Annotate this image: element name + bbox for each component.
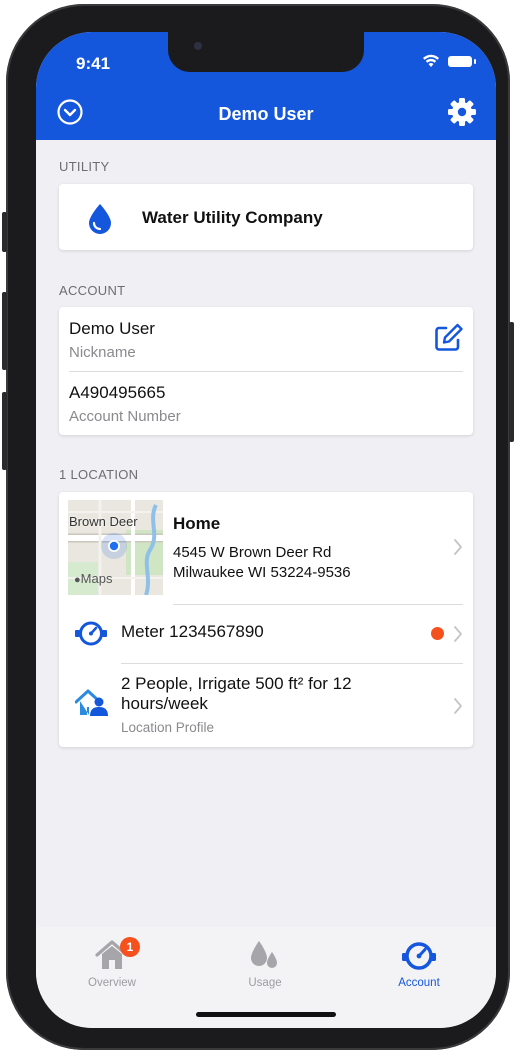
volume-down-button [2,392,7,470]
meter-icon [402,942,436,970]
overview-badge: 1 [120,937,140,957]
tab-label: Usage [248,977,282,989]
map-attribution: ●Maps [74,571,113,586]
page-title: Demo User [218,104,314,124]
status-icons [422,54,476,68]
location-profile-label: Location Profile [121,720,215,735]
location-title: Home [173,514,221,533]
app-screen: 9:41 Demo User UTILITY Water Utility Com… [36,32,496,1028]
phone-frame: 9:41 Demo User UTILITY Water Utility Com… [2,4,514,1050]
water-drop-icon [89,204,111,234]
meter-alert-dot [431,627,444,640]
tab-label: Account [398,977,440,989]
battery-icon [448,55,476,67]
mute-switch [2,212,7,252]
location-profile-row[interactable]: 2 People, Irrigate 500 ft² for 12 hours/… [59,664,473,747]
account-card: Demo User Nickname A490495665 Account Nu… [59,307,473,435]
notch [168,32,364,72]
location-home-row[interactable]: Brown Deer ●Maps Home 4545 W Brown Deer … [59,492,473,604]
meter-icon [75,621,107,646]
location-map-thumbnail: Brown Deer ●Maps [68,500,163,595]
nickname-value: Demo User [69,319,155,338]
camera [194,42,202,50]
location-card: Brown Deer ●Maps Home 4545 W Brown Deer … [59,492,473,747]
chevron-right-icon [454,698,462,714]
power-button [509,322,514,442]
status-time: 9:41 [76,54,111,73]
chevron-right-icon [454,539,462,555]
utility-name: Water Utility Company [142,208,323,227]
meter-label: Meter 1234567890 [121,622,264,641]
address-line-1: 4545 W Brown Deer Rd [173,544,332,561]
home-indicator [196,1012,336,1017]
address-line-2: Milwaukee WI 53224-9536 [173,564,351,581]
drops-icon [251,941,277,968]
edit-icon[interactable] [433,323,463,353]
location-profile-summary: 2 People, Irrigate 500 ft² for 12 hours/… [121,674,352,713]
wifi-icon [423,54,439,67]
house-people-icon [75,689,108,716]
utility-card[interactable]: Water Utility Company [59,184,473,250]
tab-usage[interactable]: Usage [215,937,315,989]
nickname-label: Nickname [69,344,136,361]
divider [69,371,463,372]
chevron-right-icon [454,626,462,642]
account-number-value: A490495665 [69,383,166,402]
section-label-locations: 1 LOCATION [59,467,139,482]
apple-logo-icon: ● [74,574,81,586]
section-label-utility: UTILITY [59,159,110,174]
gear-icon[interactable] [446,96,478,128]
volume-up-button [2,292,7,370]
map-place-label: Brown Deer [69,514,138,529]
section-label-account: ACCOUNT [59,283,126,298]
tab-account[interactable]: Account [369,937,469,989]
tab-overview[interactable]: 1 Overview [62,937,162,989]
meter-row[interactable]: Meter 1234567890 [59,605,473,663]
account-number-label: Account Number [69,408,181,425]
tab-label: Overview [88,977,136,989]
